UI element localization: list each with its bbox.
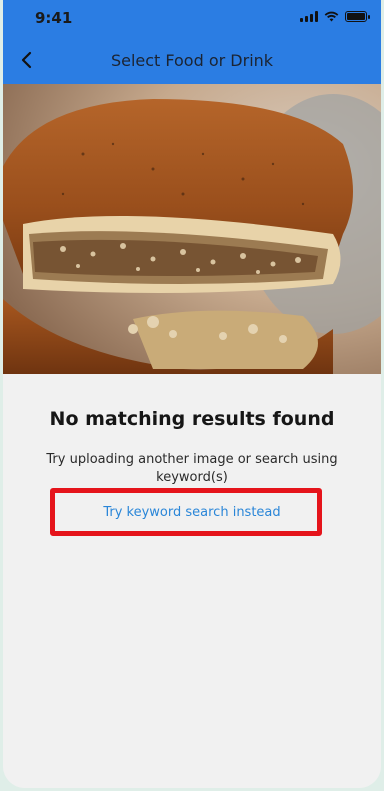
battery-icon [345, 11, 370, 22]
app-header: 9:41 Select Food or Drink [3, 0, 381, 84]
no-results-heading: No matching results found [49, 408, 335, 430]
signal-icon [300, 11, 318, 22]
wifi-icon [324, 11, 339, 22]
status-icons [300, 11, 370, 22]
results-panel: No matching results found Try uploading … [3, 374, 381, 788]
keyword-search-link[interactable]: Try keyword search instead [53, 505, 331, 520]
page-title: Select Food or Drink [110, 51, 274, 70]
phone-screen: 9:41 Select Food or Drink No matching re… [3, 0, 381, 788]
uploaded-food-photo [3, 84, 381, 374]
status-time: 9:41 [35, 9, 73, 27]
no-results-message: Try uploading another image or search us… [46, 452, 338, 485]
